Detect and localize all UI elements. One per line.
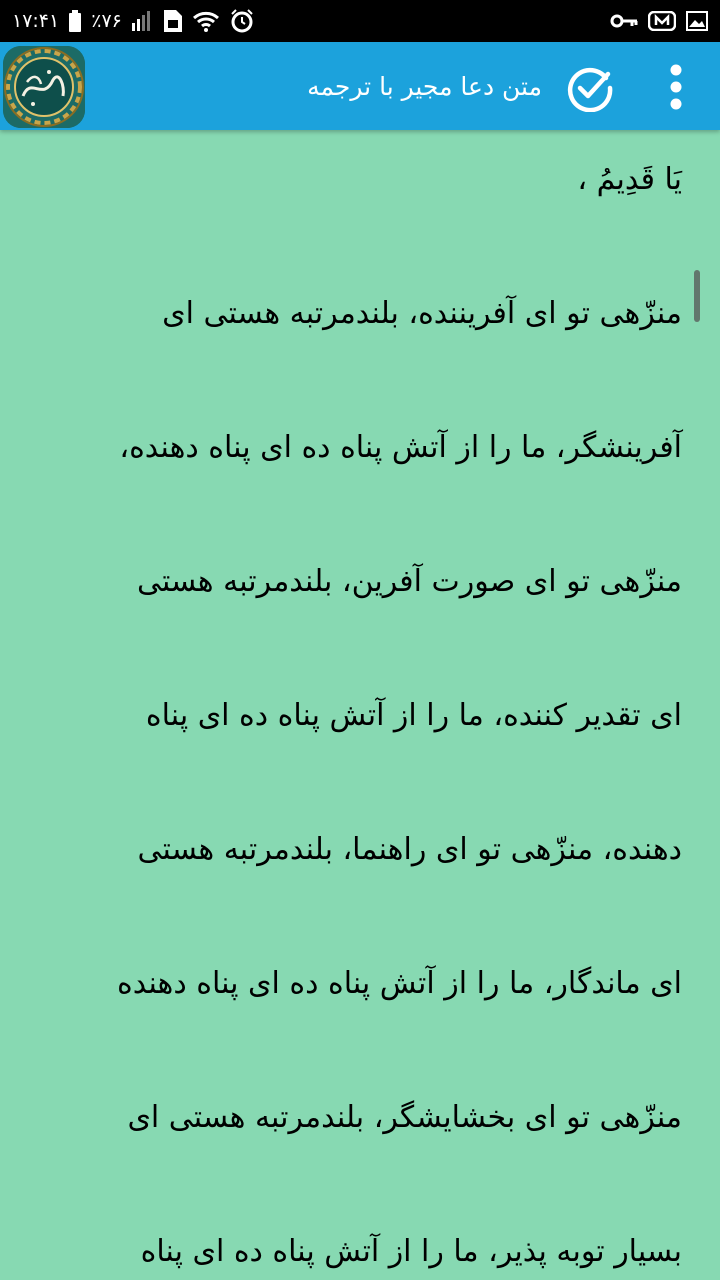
status-right (610, 9, 708, 33)
verse-line: بسیار توبه پذیر، ما را از آتش پناه ده ای… (140, 1234, 682, 1269)
image-icon (686, 9, 708, 33)
more-vert-icon (670, 64, 682, 110)
scrollbar-thumb[interactable] (694, 270, 700, 322)
status-bar: ۱۷:۴۱ ٪۷۶ (0, 0, 720, 42)
verse-line: منزّهی تو ای صورت آفرین، بلندمرتبه هستی (136, 564, 682, 599)
verse-line: منزّهی تو ای بخشایشگر، بلندمرتبه هستی ای (127, 1100, 682, 1135)
verse-line: ای تقدیر کننده، ما را از آتش پناه ده ای … (145, 698, 682, 733)
voicemail-icon (648, 9, 676, 33)
check-button[interactable] (566, 64, 614, 112)
check-circle-icon (567, 67, 613, 112)
prayer-text-view[interactable]: يَا قَدِيمُ ، منزّهی تو ای آفریننده، بلن… (0, 130, 720, 1280)
signal-icon (131, 9, 154, 33)
wifi-icon (192, 9, 220, 33)
sim-icon (163, 9, 182, 33)
clock: ۱۷:۴۱ (12, 10, 60, 32)
battery-percent: ٪۷۶ (91, 10, 122, 32)
verse-line: يَا قَدِيمُ ، (577, 162, 682, 197)
status-left: ۱۷:۴۱ ٪۷۶ (12, 9, 254, 33)
verse-line: دهنده، منزّهی تو ای راهنما، بلندمرتبه هس… (137, 832, 682, 867)
verse-line: ای ماندگار، ما را از آتش پناه ده ای پناه… (117, 966, 682, 1001)
app-title: متن دعا مجیر با ترجمه (307, 71, 542, 101)
key-icon (610, 9, 638, 33)
app-logo (3, 46, 85, 128)
app-bar: متن دعا مجیر با ترجمه (0, 42, 720, 130)
verse-line: آفرینشگر، ما را از آتش پناه ده ای پناه د… (119, 430, 682, 465)
overflow-menu-button[interactable] (656, 60, 696, 114)
alarm-icon (230, 9, 254, 33)
battery-icon (69, 9, 82, 33)
verse-line: منزّهی تو ای آفریننده، بلندمرتبه هستی ای (162, 296, 682, 331)
